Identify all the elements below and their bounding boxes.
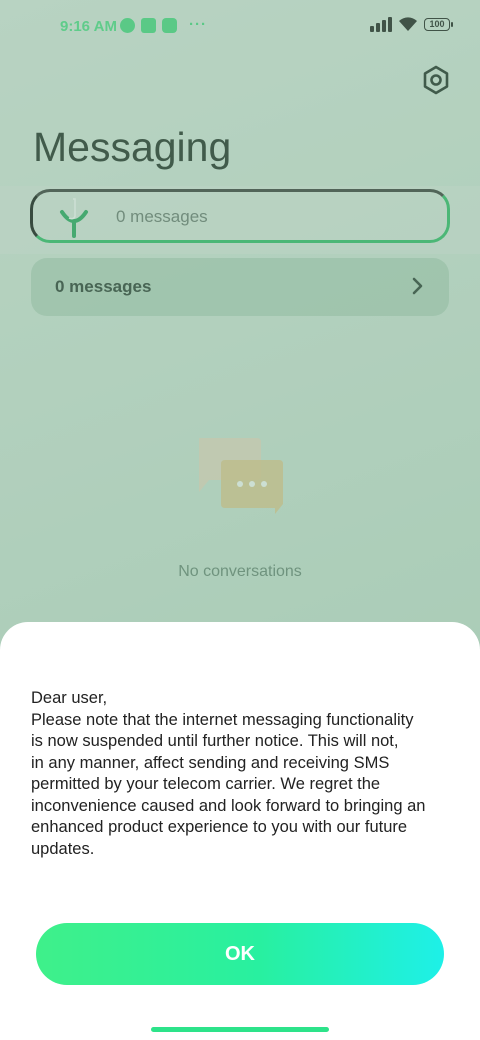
notice-message: Dear user, Please note that the internet… — [31, 688, 461, 860]
notice-line: in any manner, affect sending and receiv… — [31, 753, 390, 772]
notice-line: inconvenience caused and look forward to… — [31, 796, 426, 815]
notice-line: Dear user, — [31, 689, 108, 707]
notice-line: enhanced product experience to you with … — [31, 818, 408, 836]
notice-line: Please note that the internet messaging … — [31, 710, 414, 729]
notice-dialog: Dear user, Please note that the internet… — [0, 622, 480, 1040]
notice-line: permitted by your telecom carrier. We re… — [31, 775, 381, 793]
ok-button[interactable]: OK — [36, 923, 444, 985]
notice-line: is now suspended until further notice. T… — [31, 732, 399, 750]
notice-line: updates. — [31, 839, 95, 858]
home-indicator[interactable] — [151, 1027, 329, 1032]
